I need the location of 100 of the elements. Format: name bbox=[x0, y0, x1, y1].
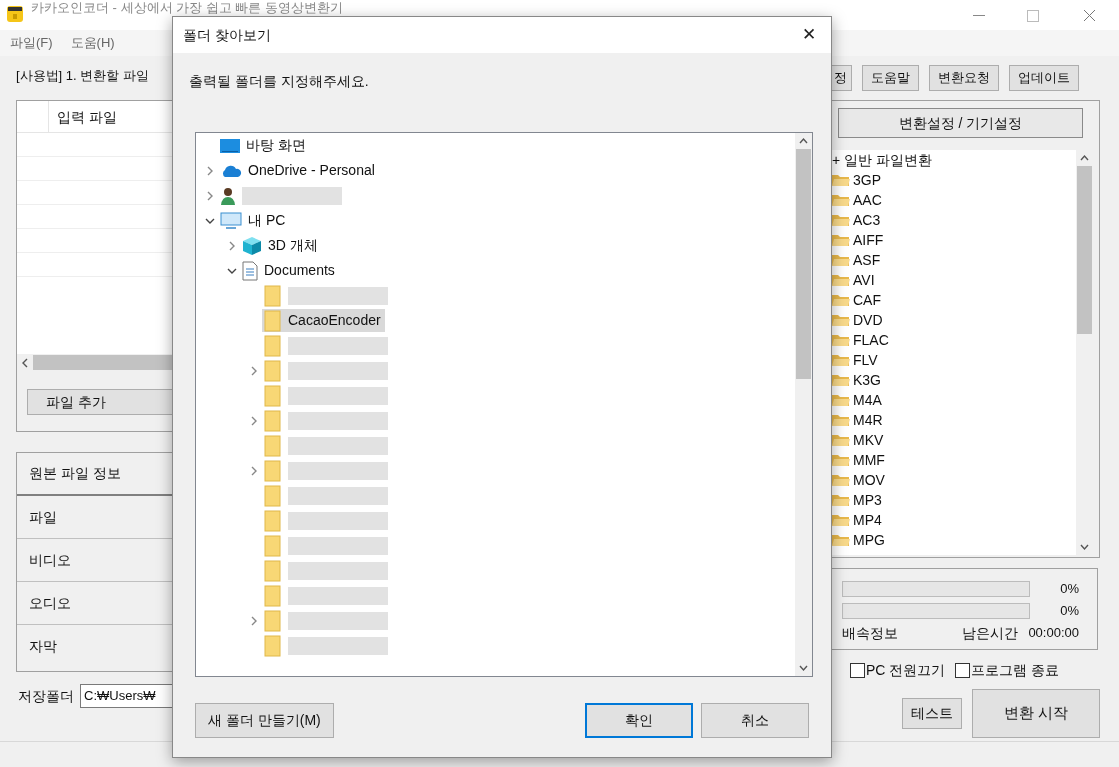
format-item[interactable]: MPG bbox=[853, 529, 885, 551]
folder-icon bbox=[264, 534, 282, 557]
document-icon bbox=[242, 260, 258, 281]
format-item[interactable]: AVI bbox=[853, 269, 875, 291]
format-item[interactable]: MOV bbox=[853, 469, 885, 491]
folder-icon bbox=[832, 293, 850, 307]
minimize-icon[interactable] bbox=[973, 15, 985, 17]
format-item[interactable]: MKV bbox=[853, 429, 884, 451]
folder-icon bbox=[264, 484, 282, 507]
format-item[interactable]: AIFF bbox=[853, 229, 884, 251]
usage-text: [사용법] 1. 변환할 파일 bbox=[16, 67, 150, 85]
tree-item[interactable]: 내 PC bbox=[218, 209, 290, 232]
format-item[interactable]: AAC bbox=[853, 189, 882, 211]
tree-item[interactable]: OneDrive - Personal bbox=[218, 159, 379, 182]
settings-button[interactable]: 변환설정 / 기기설정 bbox=[838, 108, 1083, 138]
chevron-right-icon[interactable] bbox=[249, 465, 259, 476]
format-item[interactable]: AC3 bbox=[853, 209, 881, 231]
folder-icon bbox=[832, 373, 850, 387]
tree-item[interactable]: Documents bbox=[240, 259, 339, 282]
chevron-right-icon[interactable] bbox=[205, 165, 215, 176]
chevron-right-icon[interactable] bbox=[227, 240, 237, 251]
folder-icon bbox=[832, 413, 850, 427]
format-item[interactable]: FLAC bbox=[853, 329, 889, 351]
tree-item[interactable]: 바탕 화면 bbox=[218, 134, 310, 157]
toolbar-button[interactable]: 도움말 bbox=[862, 65, 919, 91]
format-item[interactable]: M4A bbox=[853, 389, 882, 411]
format-item[interactable]: ASF bbox=[853, 249, 881, 271]
folder-icon bbox=[832, 313, 850, 327]
folder-icon bbox=[832, 173, 850, 187]
checkbox[interactable] bbox=[850, 663, 865, 678]
option-checkbox[interactable]: PC 전원끄기 bbox=[850, 660, 946, 681]
folder-icon bbox=[264, 634, 282, 657]
remaining-label: 남은시간 bbox=[962, 623, 1019, 643]
dialog-button[interactable]: 새 폴더 만들기(M) bbox=[195, 703, 334, 738]
folder-icon bbox=[832, 253, 850, 267]
folder-icon bbox=[264, 559, 282, 582]
toolbar-button[interactable]: 변환요청 bbox=[929, 65, 999, 91]
format-group-header[interactable]: + 일반 파일변환 bbox=[832, 150, 1076, 170]
chevron-right-icon[interactable] bbox=[249, 365, 259, 376]
speed-label: 배속정보 bbox=[842, 623, 898, 643]
checkbox[interactable] bbox=[955, 663, 971, 678]
format-item[interactable]: CAF bbox=[853, 289, 881, 311]
column-header[interactable]: 입력 파일 bbox=[49, 101, 117, 132]
horizontal-scrollbar[interactable] bbox=[17, 354, 172, 371]
folder-icon bbox=[264, 384, 282, 407]
start-button[interactable]: 변환 시작 bbox=[972, 689, 1100, 738]
format-item[interactable]: M4R bbox=[853, 409, 883, 431]
folder-icon bbox=[264, 609, 282, 632]
format-item[interactable]: 3GP bbox=[853, 169, 881, 191]
dialog-title: 폴더 찾아보기 bbox=[183, 25, 271, 45]
desktop-icon bbox=[220, 137, 240, 154]
format-item[interactable]: FLV bbox=[853, 349, 878, 371]
folder-icon bbox=[832, 473, 850, 487]
option-checkbox[interactable]: 프로그램 종료 bbox=[955, 660, 1060, 681]
folder-icon bbox=[264, 509, 282, 532]
format-item[interactable]: DVD bbox=[853, 309, 883, 331]
folder-icon bbox=[832, 193, 850, 207]
person-icon bbox=[220, 186, 236, 205]
cloud-icon bbox=[220, 163, 242, 178]
window-title: 카카오인코더 - 세상에서 가장 쉽고 빠른 동영상변환기 bbox=[31, 1, 343, 15]
folder-icon bbox=[264, 434, 282, 457]
remaining-time: 00:00:00 bbox=[1028, 624, 1079, 643]
folder-icon bbox=[264, 359, 282, 382]
folder-icon bbox=[832, 533, 850, 547]
monitor-icon bbox=[220, 211, 242, 230]
maximize-icon[interactable] bbox=[1027, 10, 1039, 22]
test-button[interactable]: 테스트 bbox=[902, 698, 962, 729]
format-item[interactable]: K3G bbox=[853, 369, 881, 391]
tree-item[interactable]: CacaoEncoder bbox=[262, 309, 385, 332]
dialog-button[interactable]: 확인 bbox=[585, 703, 693, 738]
format-item[interactable]: MP3 bbox=[853, 489, 882, 511]
tree-item[interactable]: 3D 개체 bbox=[240, 234, 322, 257]
format-item[interactable]: MP4 bbox=[853, 509, 882, 531]
folder-icon bbox=[264, 309, 282, 332]
folder-icon bbox=[832, 333, 850, 347]
folder-icon bbox=[832, 433, 850, 447]
chevron-right-icon[interactable] bbox=[249, 615, 259, 626]
format-item[interactable]: MMF bbox=[853, 449, 885, 471]
scrollbar[interactable] bbox=[795, 133, 812, 676]
close-button[interactable]: ✕ bbox=[789, 20, 829, 50]
folder-icon bbox=[832, 353, 850, 367]
dialog-button[interactable]: 취소 bbox=[701, 703, 809, 738]
folder-icon bbox=[832, 513, 850, 527]
menu-item[interactable]: 파일(F) bbox=[10, 33, 53, 53]
close-icon[interactable] bbox=[1083, 9, 1096, 22]
folder-icon bbox=[832, 393, 850, 407]
chevron-right-icon[interactable] bbox=[205, 190, 215, 201]
folder-icon bbox=[832, 493, 850, 507]
folder-icon bbox=[832, 233, 850, 247]
save-folder-field[interactable]: C:₩Users₩ bbox=[80, 684, 172, 708]
field-label: 저장폴더 bbox=[18, 686, 74, 706]
toolbar-button[interactable]: 업데이트 bbox=[1009, 65, 1079, 91]
folder-icon bbox=[832, 273, 850, 287]
folder-icon bbox=[264, 459, 282, 482]
dialog-prompt: 출력될 폴더를 지정해주세요. bbox=[189, 72, 370, 91]
chevron-right-icon[interactable] bbox=[249, 415, 259, 426]
folder-icon bbox=[832, 453, 850, 467]
folder-icon bbox=[264, 584, 282, 607]
menu-item[interactable]: 도움(H) bbox=[70, 33, 115, 53]
toolbar-button[interactable]: 정 bbox=[832, 65, 852, 91]
